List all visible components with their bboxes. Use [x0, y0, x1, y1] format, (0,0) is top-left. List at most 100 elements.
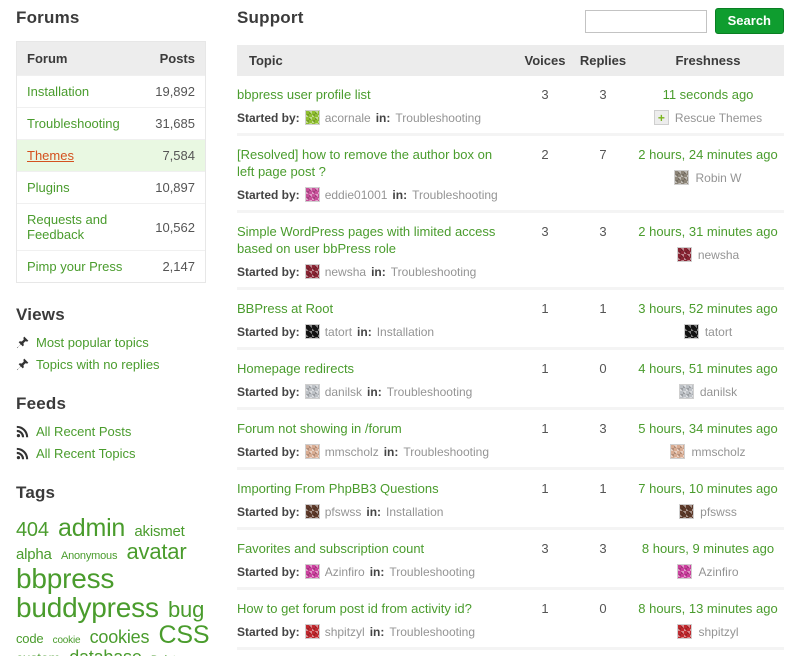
- forum-link[interactable]: Requests and Feedback: [27, 212, 155, 242]
- tag-link[interactable]: Anonymous: [61, 550, 117, 562]
- forum-link[interactable]: Themes: [27, 148, 74, 163]
- forum-post-count: 10,562: [155, 219, 195, 235]
- tag-link[interactable]: database: [69, 647, 142, 656]
- last-poster-avatar[interactable]: [670, 444, 686, 459]
- tag-link[interactable]: 404: [16, 519, 49, 541]
- voices-count: 3: [541, 87, 549, 102]
- topic-forum-link[interactable]: Troubleshooting: [389, 625, 475, 639]
- starter-avatar[interactable]: [304, 384, 320, 399]
- tag-link[interactable]: cookies: [90, 627, 150, 647]
- last-poster-avatar[interactable]: [683, 324, 699, 339]
- search-button[interactable]: Search: [714, 8, 784, 34]
- topic-link[interactable]: Simple WordPress pages with limited acce…: [237, 223, 506, 257]
- topic-forum-link[interactable]: Troubleshooting: [387, 385, 473, 399]
- view-item-link[interactable]: Topics with no replies: [36, 357, 160, 372]
- started-by-label: Started by:: [237, 264, 300, 279]
- last-poster-name-link[interactable]: Azinfiro: [698, 565, 738, 579]
- starter-name-link[interactable]: pfswss: [325, 505, 362, 519]
- freshness-link[interactable]: 3 hours, 52 minutes ago: [632, 300, 784, 317]
- topic-link[interactable]: Forum not showing in /forum: [237, 420, 506, 437]
- topic-forum-link[interactable]: Troubleshooting: [403, 445, 489, 459]
- replies-count: 0: [599, 361, 607, 376]
- topic-forum-link[interactable]: Troubleshooting: [389, 565, 475, 579]
- last-poster-name-link[interactable]: danilsk: [700, 385, 737, 399]
- tag-link[interactable]: akismet: [134, 523, 184, 540]
- freshness-link[interactable]: 8 hours, 9 minutes ago: [632, 540, 784, 557]
- topic-link[interactable]: Favorites and subscription count: [237, 540, 506, 557]
- last-poster-name-link[interactable]: tatort: [705, 325, 732, 339]
- last-poster-avatar[interactable]: +: [653, 110, 669, 125]
- freshness-link[interactable]: 11 seconds ago: [632, 86, 784, 103]
- starter-name-link[interactable]: danilsk: [325, 385, 362, 399]
- last-poster-name-link[interactable]: shpitzyl: [698, 625, 738, 639]
- last-poster-name-link[interactable]: newsha: [698, 248, 739, 262]
- view-item-link[interactable]: Most popular topics: [36, 335, 149, 350]
- freshness-link[interactable]: 5 hours, 34 minutes ago: [632, 420, 784, 437]
- started-by-label: Started by:: [237, 187, 300, 202]
- freshness-link[interactable]: 2 hours, 24 minutes ago: [632, 146, 784, 163]
- starter-name-link[interactable]: Azinfiro: [325, 565, 365, 579]
- last-poster-name-link[interactable]: pfswss: [700, 505, 737, 519]
- last-poster-avatar[interactable]: [679, 504, 695, 519]
- freshness-link[interactable]: 8 hours, 13 minutes ago: [632, 600, 784, 617]
- last-poster-name-link[interactable]: mmscholz: [691, 445, 745, 459]
- search-input[interactable]: [584, 9, 707, 33]
- tag-link[interactable]: CSS: [159, 621, 210, 649]
- topic-forum-link[interactable]: Troubleshooting: [391, 265, 477, 279]
- last-poster-avatar[interactable]: [678, 384, 694, 399]
- starter-name-link[interactable]: newsha: [325, 265, 366, 279]
- topic-forum-link[interactable]: Installation: [377, 325, 434, 339]
- feed-item-link[interactable]: All Recent Topics: [36, 446, 135, 461]
- topic-link[interactable]: BBPress at Root: [237, 300, 506, 317]
- topic-forum-link[interactable]: Troubleshooting: [395, 111, 481, 125]
- tag-link[interactable]: alpha: [16, 546, 52, 563]
- tag-link[interactable]: bbpress: [16, 563, 114, 594]
- starter-name-link[interactable]: eddie01001: [325, 188, 388, 202]
- freshness-link[interactable]: 2 hours, 31 minutes ago: [632, 223, 784, 240]
- forum-link[interactable]: Troubleshooting: [27, 116, 120, 131]
- starter-avatar[interactable]: [304, 110, 320, 125]
- voices-column-header: Voices: [524, 53, 566, 68]
- forum-link[interactable]: Plugins: [27, 180, 70, 195]
- starter-avatar[interactable]: [304, 187, 320, 202]
- starter-name-link[interactable]: acornale: [325, 111, 371, 125]
- last-poster-name-link[interactable]: Rescue Themes: [675, 111, 762, 125]
- last-poster-avatar[interactable]: [674, 170, 690, 185]
- last-poster-line: Azinfiro: [632, 564, 784, 579]
- starter-name-link[interactable]: tatort: [325, 325, 352, 339]
- last-poster-avatar[interactable]: [676, 247, 692, 262]
- starter-avatar[interactable]: [304, 504, 320, 519]
- topic-forum-link[interactable]: Installation: [386, 505, 443, 519]
- last-poster-avatar[interactable]: [677, 564, 693, 579]
- topic-link[interactable]: [Resolved] how to remove the author box …: [237, 146, 506, 180]
- tag-link[interactable]: bug: [168, 597, 204, 622]
- last-poster-name-link[interactable]: Robin W: [695, 171, 741, 185]
- tag-link[interactable]: buddypress: [16, 592, 159, 623]
- forum-link[interactable]: Pimp your Press: [27, 259, 122, 274]
- tag-link[interactable]: admin: [58, 514, 125, 542]
- tag-link[interactable]: cookie: [53, 635, 81, 646]
- table-row: bbpress user profile list Started by: acor…: [237, 76, 784, 136]
- freshness-link[interactable]: 7 hours, 10 minutes ago: [632, 480, 784, 497]
- topic-link[interactable]: How to get forum post id from activity i…: [237, 600, 506, 617]
- starter-avatar[interactable]: [304, 444, 320, 459]
- starter-avatar[interactable]: [304, 324, 320, 339]
- topic-cell: How to get forum post id from activity i…: [237, 600, 516, 639]
- starter-avatar[interactable]: [304, 564, 320, 579]
- tag-link[interactable]: custom: [16, 650, 60, 656]
- topic-link[interactable]: Importing From PhpBB3 Questions: [237, 480, 506, 497]
- tag-link[interactable]: avatar: [127, 539, 187, 564]
- freshness-link[interactable]: 4 hours, 51 minutes ago: [632, 360, 784, 377]
- topic-link[interactable]: bbpress user profile list: [237, 86, 506, 103]
- forum-link[interactable]: Installation: [27, 84, 89, 99]
- starter-name-link[interactable]: mmscholz: [325, 445, 379, 459]
- starter-avatar[interactable]: [304, 624, 320, 639]
- starter-name-link[interactable]: shpitzyl: [325, 625, 365, 639]
- topic-link[interactable]: Homepage redirects: [237, 360, 506, 377]
- posts-column-header: Posts: [159, 51, 195, 66]
- starter-avatar[interactable]: [304, 264, 320, 279]
- last-poster-avatar[interactable]: [677, 624, 693, 639]
- feed-item-link[interactable]: All Recent Posts: [36, 424, 131, 439]
- topic-forum-link[interactable]: Troubleshooting: [412, 188, 498, 202]
- tag-link[interactable]: code: [16, 631, 44, 646]
